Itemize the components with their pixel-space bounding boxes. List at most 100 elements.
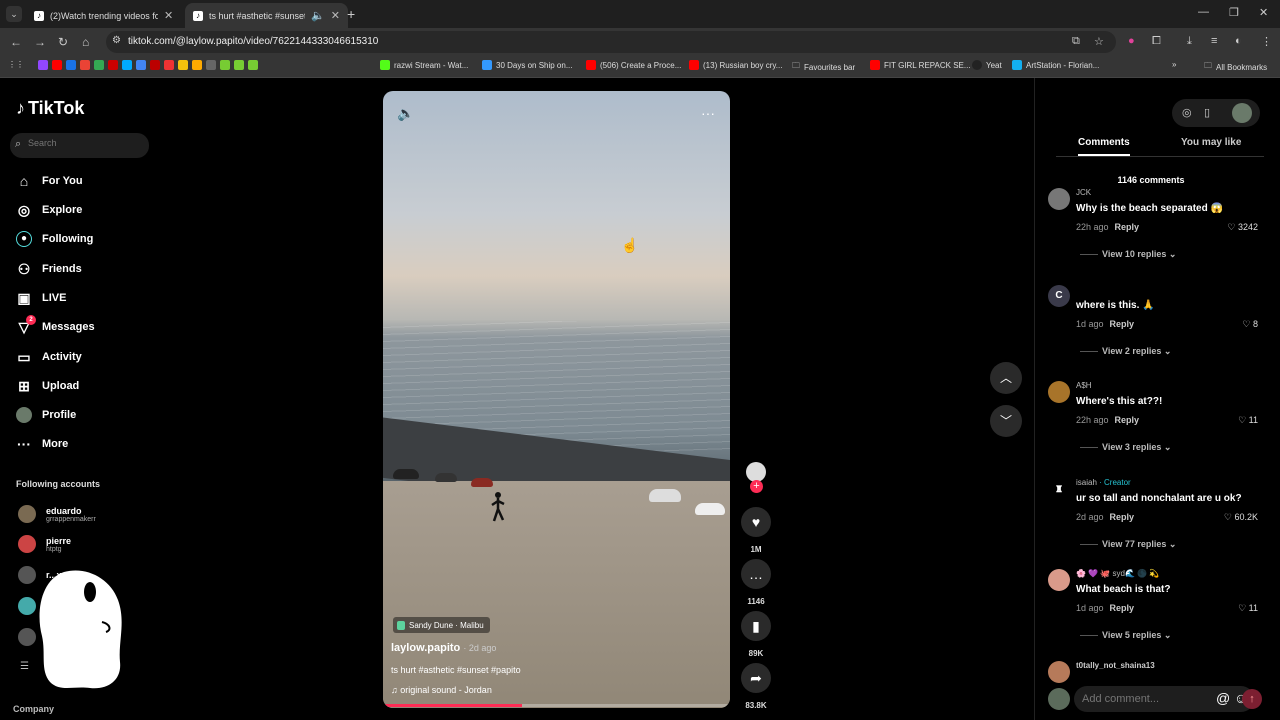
install-app-icon[interactable]: ⧉ bbox=[1072, 35, 1080, 48]
author-name[interactable]: laylow.papito bbox=[391, 642, 460, 654]
reload-icon[interactable]: ↻ bbox=[58, 35, 68, 49]
view-replies-button[interactable]: View 5 replies ⌄ bbox=[1080, 630, 1171, 641]
avatar[interactable]: C bbox=[1048, 285, 1070, 307]
site-info-icon[interactable]: ⚙ bbox=[112, 35, 121, 46]
browser-menu-icon[interactable]: ⋮ bbox=[1261, 35, 1272, 48]
view-replies-button[interactable]: View 10 replies ⌄ bbox=[1080, 249, 1176, 260]
bookmark-link[interactable]: (506) Create a Proce... bbox=[586, 60, 681, 70]
following-account[interactable]: pierre htptg bbox=[18, 535, 71, 553]
bookmark-star-icon[interactable]: ☆ bbox=[1094, 35, 1104, 48]
media-control-icon[interactable]: ≡ bbox=[1211, 35, 1217, 47]
close-tab-icon[interactable]: ✕ bbox=[331, 9, 340, 22]
company-link[interactable]: Company bbox=[13, 704, 54, 714]
avatar[interactable] bbox=[1048, 381, 1070, 403]
bookmark-link[interactable]: (13) Russian boy cry... bbox=[689, 60, 782, 70]
sidebar-item-more[interactable]: ··· More bbox=[16, 434, 68, 454]
reply-button[interactable]: Reply bbox=[1115, 415, 1140, 425]
sidebar-item-live[interactable]: ▣ LIVE bbox=[16, 288, 66, 308]
video-sound[interactable]: ♫ original sound - Jordan bbox=[391, 685, 492, 695]
tiktok-logo[interactable]: ♪ TikTok bbox=[16, 98, 84, 119]
reply-button[interactable]: Reply bbox=[1110, 512, 1135, 522]
search-bar[interactable]: ⌕ bbox=[10, 133, 149, 158]
tab-comments[interactable]: Comments bbox=[1078, 137, 1130, 156]
comment-input-box[interactable]: @ ☺ bbox=[1074, 686, 1254, 712]
sidebar-item-messages[interactable]: ▽ 2 Messages bbox=[16, 314, 95, 337]
creator-avatar[interactable] bbox=[746, 462, 766, 482]
mention-icon[interactable]: @ bbox=[1216, 690, 1230, 706]
see-more-icon[interactable]: ☰ bbox=[20, 661, 29, 672]
comment-like-button[interactable]: ♡ 8 bbox=[1242, 319, 1258, 330]
comment-username[interactable]: JCK bbox=[1076, 188, 1091, 197]
bookmark-folder[interactable]: 🗀 Favourites bar bbox=[792, 60, 855, 74]
comment-input[interactable] bbox=[1082, 693, 1182, 705]
audio-playing-icon[interactable]: 🔈 bbox=[311, 9, 325, 22]
following-account[interactable]: eduardo grrappenmakerr bbox=[18, 505, 96, 523]
share-button[interactable]: ➦ 83.8K bbox=[741, 663, 771, 710]
comment-like-button[interactable]: ♡ 60.2K bbox=[1224, 512, 1258, 523]
send-arrow-icon[interactable]: ↑ bbox=[1242, 689, 1262, 709]
comment-like-button[interactable]: ♡ 3242 bbox=[1227, 222, 1258, 233]
minimize-icon[interactable]: — bbox=[1198, 6, 1209, 18]
bookmark-link[interactable]: FIT GIRL REPACK SE... bbox=[870, 60, 971, 70]
bookmark-link[interactable]: Yeat bbox=[972, 60, 1002, 70]
bookmark-link[interactable]: 30 Days on Ship on... bbox=[482, 60, 573, 70]
comment-username[interactable]: isaiah · Creator bbox=[1076, 478, 1131, 487]
avatar[interactable] bbox=[1048, 188, 1070, 210]
comment-like-button[interactable]: ♡ 11 bbox=[1238, 415, 1258, 426]
bookmark-link[interactable]: ArtStation - Florian... bbox=[1012, 60, 1099, 70]
video-player[interactable]: 🔈 ··· Sandy Dune · Malibu laylow.papito … bbox=[383, 91, 730, 708]
bookmarks-overflow-icon[interactable]: » bbox=[1172, 60, 1176, 69]
previous-video-button[interactable]: ︿ bbox=[990, 362, 1022, 394]
browser-tab[interactable]: ♪ (2)Watch trending videos for yo ✕ bbox=[26, 3, 181, 28]
comment-button[interactable]: … 1146 bbox=[741, 559, 771, 606]
phone-icon[interactable]: ▯ bbox=[1204, 106, 1210, 119]
reply-button[interactable]: Reply bbox=[1110, 603, 1135, 613]
view-replies-button[interactable]: View 77 replies ⌄ bbox=[1080, 539, 1176, 550]
tab-search-icon[interactable]: ⌄ bbox=[6, 6, 22, 22]
view-replies-button[interactable]: View 2 replies ⌄ bbox=[1080, 346, 1171, 357]
like-button[interactable]: ♥ 1M bbox=[741, 507, 771, 554]
volume-icon[interactable]: 🔈 bbox=[397, 105, 414, 122]
follow-plus-icon[interactable]: + bbox=[750, 480, 763, 493]
comment-like-button[interactable]: ♡ 11 bbox=[1238, 603, 1258, 614]
close-tab-icon[interactable]: ✕ bbox=[164, 9, 173, 22]
apps-grid-icon[interactable]: ⋮⋮ bbox=[8, 60, 24, 69]
comment-username[interactable]: 🌸 💜 🐙 syd🌊 🌑 💫 bbox=[1076, 569, 1159, 578]
download-icon[interactable]: ⤓ bbox=[1187, 35, 1192, 48]
avatar[interactable]: ♜ bbox=[1048, 478, 1070, 500]
video-progress-bar[interactable] bbox=[383, 704, 730, 707]
url-text[interactable]: tiktok.com/@laylow.papito/video/76221443… bbox=[128, 36, 378, 47]
tab-you-may-like[interactable]: You may like bbox=[1181, 137, 1241, 148]
sidebar-item-following[interactable]: ● Following bbox=[16, 229, 93, 249]
location-tag[interactable]: Sandy Dune · Malibu bbox=[393, 617, 490, 633]
close-window-icon[interactable]: ✕ bbox=[1259, 6, 1268, 19]
bookmark-link[interactable]: razwi Stream - Wat... bbox=[380, 60, 468, 70]
comment-username[interactable]: A$H bbox=[1076, 381, 1092, 390]
forward-icon[interactable]: → bbox=[34, 35, 46, 49]
sidebar-item-explore[interactable]: ◎ Explore bbox=[16, 200, 82, 220]
all-bookmarks-button[interactable]: 🗀 All Bookmarks bbox=[1204, 60, 1267, 74]
sidebar-item-upload[interactable]: ⊞ Upload bbox=[16, 376, 79, 396]
view-replies-button[interactable]: View 3 replies ⌄ bbox=[1080, 442, 1171, 453]
bookmark-icon-row[interactable] bbox=[38, 60, 258, 70]
reply-button[interactable]: Reply bbox=[1115, 222, 1140, 232]
save-button[interactable]: ▮ 89K bbox=[741, 611, 771, 658]
new-tab-icon[interactable]: + bbox=[347, 6, 355, 22]
more-options-icon[interactable]: ··· bbox=[701, 105, 715, 121]
back-icon[interactable]: ← bbox=[10, 35, 22, 49]
profile-avatar[interactable] bbox=[1232, 103, 1252, 123]
avatar[interactable] bbox=[1048, 661, 1070, 683]
comment-username[interactable]: t0tally_not_shaina13 bbox=[1076, 661, 1155, 670]
video-author[interactable]: laylow.papito · 2d ago bbox=[391, 642, 496, 654]
home-icon[interactable]: ⌂ bbox=[82, 35, 89, 49]
sidebar-item-friends[interactable]: ⚇ Friends bbox=[16, 259, 82, 279]
browser-tab-active[interactable]: ♪ ts hurt #asthetic #sunset #p 🔈 ✕ bbox=[185, 3, 348, 28]
video-caption[interactable]: ts hurt #asthetic #sunset #papito bbox=[391, 665, 521, 675]
sidebar-item-activity[interactable]: ▭ Activity bbox=[16, 347, 81, 367]
extension-icon[interactable]: ● bbox=[1128, 35, 1135, 47]
avatar[interactable] bbox=[1048, 569, 1070, 591]
sidebar-item-for-you[interactable]: ⌂ For You bbox=[16, 171, 83, 191]
next-video-button[interactable]: ﹀ bbox=[990, 405, 1022, 437]
profile-avatar-icon[interactable]: ◐ bbox=[1235, 35, 1242, 47]
search-input[interactable] bbox=[28, 138, 143, 148]
